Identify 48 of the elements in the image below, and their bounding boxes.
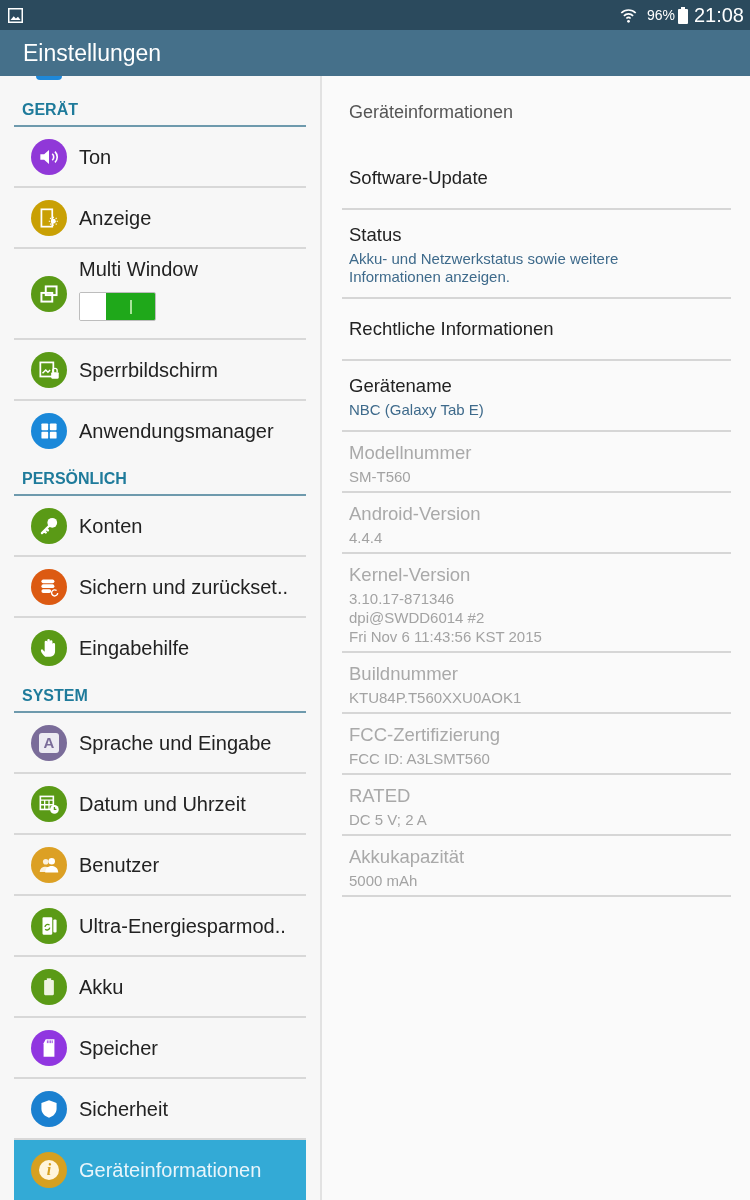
- sidebar-item[interactable]: Multi Window: [14, 249, 306, 340]
- item-title: RATED: [349, 784, 411, 808]
- sidebar-item[interactable]: Anzeige: [14, 188, 306, 249]
- item-summary: SM-T560: [349, 467, 411, 486]
- item-title: FCC-Zertifizierung: [349, 723, 501, 747]
- item-summary: FCC ID: A3LSMT560: [349, 749, 490, 768]
- item-summary: 4.4.4: [349, 528, 383, 547]
- sidebar-item[interactable]: Sichern und zurückset..: [14, 557, 306, 618]
- sidebar-item[interactable]: Benutzer: [14, 835, 306, 896]
- item-title: Buildnummer: [349, 662, 458, 686]
- item-title[interactable]: Software-Update: [349, 166, 488, 190]
- item-summary: Akku- und Netzwerkstatus sowie weitere Informationen anzeigen.: [349, 250, 620, 286]
- app-title: Einstellungen: [23, 39, 162, 67]
- battery-icon: [677, 6, 688, 24]
- sidebar-item[interactable]: Ton: [14, 127, 306, 188]
- image-icon: [8, 7, 23, 23]
- item-summary: 3.10.17-871346 dpi@SWDD6014 #2 Fri Nov 6 11:43:56 KST 2015: [349, 589, 542, 646]
- item-title: Modellnummer: [349, 441, 472, 465]
- sidebar-item[interactable]: Datum und Uhrzeit: [14, 774, 306, 835]
- item-summary: NBC (Galaxy Tab E): [349, 401, 484, 419]
- battery-percent: 96%: [646, 6, 675, 24]
- page-title: Geräteinformationen: [349, 101, 514, 123]
- clock: 21:08: [693, 3, 744, 27]
- sidebar-item[interactable]: Akku: [14, 957, 306, 1018]
- item-title: Android-Version: [349, 502, 481, 526]
- item-summary: DC 5 V; 2 A: [349, 810, 427, 829]
- sidebar-item[interactable]: Konten: [14, 496, 306, 557]
- sidebar-item[interactable]: Speicher: [14, 1018, 306, 1079]
- item-summary: 5000 mAh: [349, 871, 418, 890]
- item-title[interactable]: Rechtliche Informationen: [349, 317, 554, 341]
- item-title: Akkukapazität: [349, 845, 465, 869]
- item-title: Kernel-Version: [349, 563, 471, 587]
- sidebar-item[interactable]: Eingabehilfe: [14, 618, 306, 679]
- section-header: PERSÖNLICH: [22, 469, 127, 489]
- toggle-thumb[interactable]: [106, 293, 155, 320]
- toggle-switch[interactable]: [79, 292, 156, 321]
- section-header: SYSTEM: [22, 686, 88, 706]
- section-header: GERÄT: [22, 100, 78, 120]
- sidebar-item[interactable]: Anwendungsmanager: [14, 401, 306, 462]
- sidebar-item[interactable]: Sperrbildschirm: [14, 340, 306, 401]
- letter-tile-icon: A: [31, 724, 67, 761]
- wifi-icon: [619, 7, 637, 23]
- item-title[interactable]: Gerätename: [349, 374, 452, 398]
- info-icon: i: [31, 1151, 67, 1188]
- sidebar-item[interactable]: Ultra-Energiesparmod..: [14, 896, 306, 957]
- item-summary: KTU84P.T560XXU0AOK1: [349, 688, 522, 707]
- sidebar-item[interactable]: A Sprache und Eingabe: [14, 713, 306, 774]
- item-title[interactable]: Status: [349, 223, 402, 247]
